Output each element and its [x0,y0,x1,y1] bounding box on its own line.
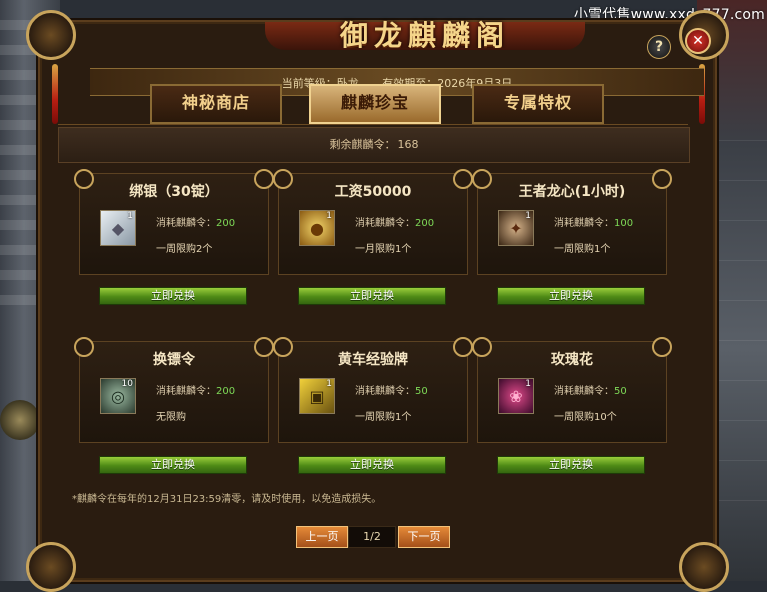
redeem-button[interactable]: 立即兑换 [298,456,446,474]
purchase-limit: 一周限购1个 [554,244,611,255]
prev-page-button[interactable]: 上一页 [296,526,348,548]
item-count: 10 [121,379,133,389]
item-card: 黄车经验牌 ▣ 1 消耗麒麟令：50 一周限购1个 [273,337,473,443]
corner-ornament-top-left [26,10,76,60]
purchase-limit: 一月限购1个 [355,244,412,255]
item-card: 工资50000 ● 1 消耗麒麟令：200 一月限购1个 [273,169,473,275]
item-card: 换镖令 ◎ 10 消耗麒麟令：200 无限购 [74,337,274,443]
cost-value: 100 [614,218,634,229]
cost-label: 消耗麒麟令： [355,386,415,397]
redeem-button[interactable]: 立即兑换 [298,287,446,305]
item-count: 1 [127,211,133,221]
item-count: 1 [525,379,531,389]
tassel-left [52,64,58,124]
silver-ingot-icon[interactable]: ◆ 1 [100,210,136,246]
redeem-button[interactable]: 立即兑换 [99,287,247,305]
window-title: 御龙麒麟阁 [339,19,510,48]
cost-label: 消耗麒麟令： [156,218,216,229]
tab-mystery-shop[interactable]: 神秘商店 [150,84,282,124]
item-name: 王者龙心(1小时) [518,184,626,200]
cost-label: 消耗麒麟令： [156,386,216,397]
cost-value: 200 [216,218,236,229]
close-button[interactable]: ✕ [685,28,711,54]
item-count: 1 [326,379,332,389]
item-name: 玫瑰花 [551,352,593,368]
item-count: 1 [326,211,332,221]
next-page-button[interactable]: 下一页 [398,526,450,548]
background-ornament [0,400,40,440]
cost-label: 消耗麒麟令： [355,218,415,229]
dragon-heart-icon[interactable]: ✦ 1 [498,210,534,246]
item-card: 绑银（30锭） ◆ 1 消耗麒麟令：200 一周限购2个 [74,169,274,275]
remaining-value: 168 [397,138,419,151]
gold-coins-icon[interactable]: ● 1 [299,210,335,246]
purchase-limit: 一周限购2个 [156,244,213,255]
reset-notice: *麒麟令在每年的12月31日23:59清零，请及时使用，以免造成损失。 [72,494,382,505]
purchase-limit: 一周限购10个 [554,412,617,423]
corner-ornament-bottom-right [679,542,729,592]
item-count: 1 [525,211,531,221]
item-card: 王者龙心(1小时) ✦ 1 消耗麒麟令：100 一周限购1个 [472,169,672,275]
redeem-button[interactable]: 立即兑换 [497,287,645,305]
help-button[interactable]: ? [647,35,671,59]
rose-icon[interactable]: ❀ 1 [498,378,534,414]
redeem-button[interactable]: 立即兑换 [497,456,645,474]
yellow-cart-exp-icon[interactable]: ▣ 1 [299,378,335,414]
tab-exclusive-privilege[interactable]: 专属特权 [472,84,604,124]
item-name: 换镖令 [153,352,195,368]
item-name: 工资50000 [334,184,412,200]
item-name: 黄车经验牌 [338,352,408,368]
item-name: 绑银（30锭） [129,184,219,200]
corner-ornament-bottom-left [26,542,76,592]
purchase-limit: 一周限购1个 [355,412,412,423]
cost-value: 200 [216,386,236,397]
remaining-label: 剩余麒麟令： [329,138,396,151]
remaining-tokens-bar: 剩余麒麟令： 168 [58,127,690,163]
item-card: 玫瑰花 ❀ 1 消耗麒麟令：50 一周限购10个 [472,337,672,443]
cost-value: 200 [415,218,435,229]
escort-token-icon[interactable]: ◎ 10 [100,378,136,414]
tab-qilin-treasure[interactable]: 麒麟珍宝 [309,84,441,124]
redeem-button[interactable]: 立即兑换 [99,456,247,474]
purchase-limit: 无限购 [156,412,186,423]
cost-label: 消耗麒麟令： [554,386,614,397]
page-indicator: 1/2 [348,526,396,548]
cost-value: 50 [614,386,627,397]
cost-label: 消耗麒麟令： [554,218,614,229]
cost-value: 50 [415,386,428,397]
